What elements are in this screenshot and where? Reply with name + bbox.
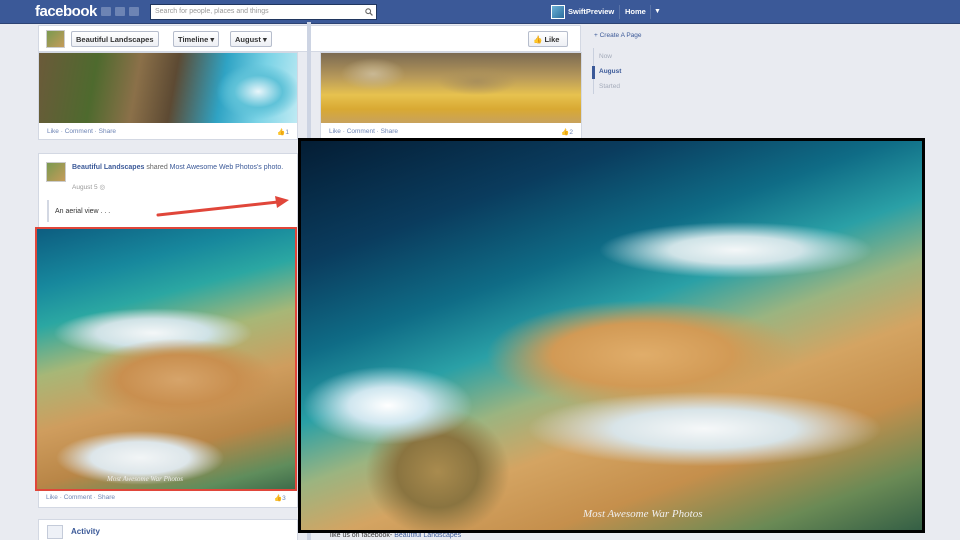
post-date[interactable]: August 5 ◎ xyxy=(72,183,105,191)
post-card-rocks: Like · Comment · Share 👍2 xyxy=(320,52,582,140)
month-dropdown[interactable]: August ▾ xyxy=(230,31,272,47)
caption-text: An aerial view . . . xyxy=(55,208,111,215)
author-link[interactable]: Beautiful Landscapes xyxy=(72,164,144,171)
photo-link[interactable]: photo. xyxy=(264,164,283,171)
post-card-cliffs: Like · Comment · Share 👍1 xyxy=(38,52,298,140)
author-avatar[interactable] xyxy=(46,162,66,182)
user-name-link[interactable]: SwiftPreview xyxy=(568,7,614,16)
source-link[interactable]: Most Awesome Web Photos's xyxy=(170,164,262,171)
search-input[interactable]: Search for people, places and things xyxy=(150,4,377,20)
like-page-button[interactable]: 👍 Like xyxy=(528,31,568,47)
page-name-button[interactable]: Beautiful Landscapes xyxy=(71,31,159,47)
user-avatar[interactable] xyxy=(551,5,565,19)
like-count[interactable]: 👍2 xyxy=(561,128,573,136)
red-arrow-icon xyxy=(156,196,289,217)
post-photo[interactable] xyxy=(39,53,297,123)
post-actions[interactable]: Like · Comment · Share xyxy=(47,128,116,135)
create-page-label: Create A Page xyxy=(599,32,642,39)
divider xyxy=(619,5,620,19)
timeline-nav-active-marker xyxy=(592,66,595,79)
bottom-post-link[interactable]: Beautiful Landscapes xyxy=(394,532,461,539)
chevron-down-icon: ▾ xyxy=(262,35,267,44)
search-placeholder: Search for people, places and things xyxy=(155,8,269,15)
facebook-logo[interactable]: facebook xyxy=(35,3,97,20)
post-photo[interactable] xyxy=(321,53,581,123)
nav-item-started[interactable]: Started xyxy=(599,83,620,90)
top-bar: facebook Search for people, places and t… xyxy=(0,0,960,24)
post-caption: An aerial view . . . xyxy=(47,200,167,222)
thumbs-up-icon: 👍 xyxy=(274,495,283,502)
post-header: Beautiful Landscapes shared Most Awesome… xyxy=(72,163,287,172)
zoomed-photo-watermark: Most Awesome War Photos xyxy=(583,508,703,520)
account-menu-icon[interactable]: ▼ xyxy=(654,8,661,15)
like-count-value: 3 xyxy=(282,495,286,502)
like-label: Like xyxy=(544,35,560,44)
notifications-icon[interactable] xyxy=(129,7,139,16)
like-count-value: 2 xyxy=(569,129,573,136)
nav-item-august[interactable]: August xyxy=(599,68,621,75)
chevron-down-icon: ▾ xyxy=(210,35,215,44)
plus-icon: + xyxy=(594,32,598,39)
photo-watermark: Most Awesome War Photos xyxy=(107,475,184,483)
timeline-label: Timeline xyxy=(178,35,209,44)
create-page-link[interactable]: + Create A Page xyxy=(594,32,642,39)
activity-card: Activity xyxy=(38,519,298,540)
home-link[interactable]: Home xyxy=(625,7,646,16)
like-count[interactable]: 👍3 xyxy=(274,494,286,502)
thumbs-up-icon: 👍 xyxy=(533,35,543,44)
bottom-post-text: like us on facebook- Beautiful Landscape… xyxy=(330,532,461,539)
page-thumbnail[interactable] xyxy=(46,30,65,48)
post-actions[interactable]: Like · Comment · Share xyxy=(46,494,115,501)
zoomed-photo[interactable]: Most Awesome War Photos xyxy=(298,138,925,533)
shared-text: shared xyxy=(146,164,168,171)
timeline-dropdown[interactable]: Timeline ▾ xyxy=(173,31,220,47)
highlighted-photo[interactable]: Most Awesome War Photos xyxy=(35,227,297,491)
month-label: August xyxy=(235,35,261,44)
activity-icon xyxy=(47,525,63,539)
search-icon[interactable] xyxy=(365,8,373,16)
nav-item-now[interactable]: Now xyxy=(599,53,612,60)
messages-icon[interactable] xyxy=(115,7,125,16)
friend-requests-icon[interactable] xyxy=(101,7,111,16)
bottom-post-prefix: like us on facebook- xyxy=(330,532,393,539)
post-date-label: August 5 xyxy=(72,184,98,191)
like-count[interactable]: 👍1 xyxy=(277,128,289,136)
divider xyxy=(650,5,651,19)
activity-title[interactable]: Activity xyxy=(71,527,100,536)
globe-icon: ◎ xyxy=(99,184,106,191)
like-count-value: 1 xyxy=(285,129,289,136)
post-actions[interactable]: Like · Comment · Share xyxy=(329,128,398,135)
